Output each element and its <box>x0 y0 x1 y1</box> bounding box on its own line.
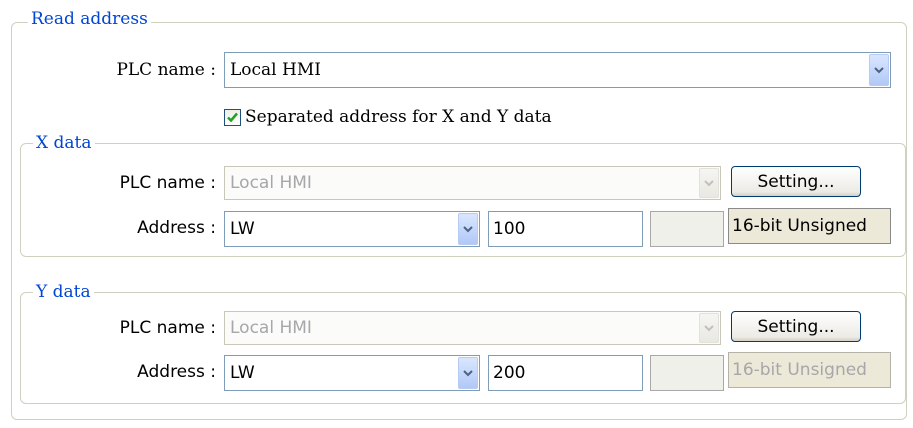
x-address-label: Address : <box>137 218 216 238</box>
plc-name-value: Local HMI <box>230 60 321 80</box>
x-device-type-value: LW <box>230 219 255 239</box>
x-data-legend: X data <box>33 133 95 153</box>
x-address-value: 100 <box>493 219 526 239</box>
y-plc-name-combo[interactable]: Local HMI <box>224 311 721 345</box>
y-address-value: 200 <box>493 363 526 383</box>
x-address-input[interactable]: 100 <box>488 211 643 247</box>
chevron-down-icon[interactable] <box>699 313 719 343</box>
y-device-type-value: LW <box>230 363 255 383</box>
chevron-down-icon[interactable] <box>458 357 478 389</box>
y-data-type-label: 16-bit Unsigned <box>728 352 891 388</box>
y-setting-button[interactable]: Setting... <box>731 311 861 342</box>
x-plc-name-combo[interactable]: Local HMI <box>224 166 721 200</box>
chevron-down-icon[interactable] <box>869 54 889 86</box>
x-device-type-combo[interactable]: LW <box>224 211 480 247</box>
chevron-down-icon[interactable] <box>699 168 719 198</box>
y-address-label: Address : <box>137 362 216 382</box>
y-address-extra-field <box>650 355 724 391</box>
x-data-type-label: 16-bit Unsigned <box>728 208 891 244</box>
plc-name-combo[interactable]: Local HMI <box>224 52 891 88</box>
x-plc-name-value: Local HMI <box>230 173 312 193</box>
plc-name-label: PLC name : <box>116 60 216 80</box>
read-address-legend: Read address <box>28 9 151 29</box>
x-plc-name-label: PLC name : <box>119 173 216 193</box>
chevron-down-icon[interactable] <box>458 213 478 245</box>
separated-address-checkbox[interactable] <box>224 109 241 126</box>
y-plc-name-label: PLC name : <box>119 318 216 338</box>
separated-address-label[interactable]: Separated address for X and Y data <box>245 107 552 127</box>
x-address-extra-field <box>650 211 724 247</box>
checkmark-icon <box>227 112 238 123</box>
y-data-legend: Y data <box>33 282 94 302</box>
y-plc-name-value: Local HMI <box>230 318 312 338</box>
y-address-input[interactable]: 200 <box>488 355 643 391</box>
x-setting-button[interactable]: Setting... <box>731 166 861 197</box>
y-device-type-combo[interactable]: LW <box>224 355 480 391</box>
